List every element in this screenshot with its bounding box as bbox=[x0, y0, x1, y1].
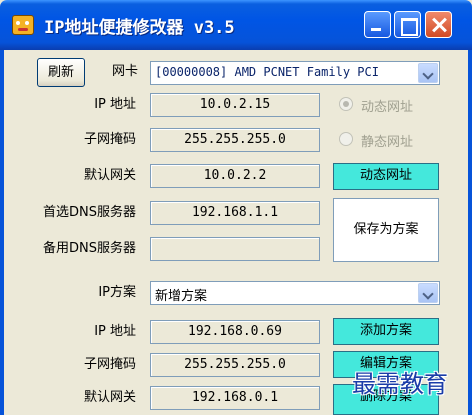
scheme-select-value: 新增方案 bbox=[155, 289, 208, 304]
gateway-label: 默认网关 bbox=[83, 168, 136, 183]
maximize-button[interactable] bbox=[394, 11, 421, 38]
scheme-gateway-label: 默认网关 bbox=[83, 390, 136, 405]
chevron-down-icon[interactable] bbox=[418, 283, 438, 303]
minimize-button[interactable] bbox=[364, 11, 391, 38]
nic-select[interactable]: [00000008] AMD PCNET Family PCI bbox=[150, 61, 440, 85]
save-scheme-button[interactable]: 保存为方案 bbox=[333, 198, 439, 262]
dns2-label: 备用DNS服务器 bbox=[43, 241, 136, 256]
scheme-select[interactable]: 新增方案 bbox=[150, 281, 440, 305]
dns1-label: 首选DNS服务器 bbox=[43, 205, 136, 220]
dynamic-radio[interactable] bbox=[339, 97, 353, 111]
dns2-field[interactable] bbox=[150, 237, 320, 261]
scheme-gateway-field[interactable]: 192.168.0.1 bbox=[150, 386, 320, 410]
nic-select-value: [00000008] AMD PCNET Family PCI bbox=[155, 65, 379, 79]
window-title: IP地址便捷修改器 v3.5 bbox=[44, 18, 235, 38]
scheme-mask-label: 子网掩码 bbox=[83, 357, 136, 372]
window-frame-right bbox=[468, 50, 472, 415]
scheme-label: IP方案 bbox=[98, 285, 136, 300]
ip-label: IP 地址 bbox=[94, 97, 136, 112]
mask-label: 子网掩码 bbox=[83, 132, 136, 147]
gateway-field[interactable]: 10.0.2.2 bbox=[150, 164, 320, 188]
static-radio[interactable] bbox=[339, 132, 353, 146]
add-scheme-button[interactable]: 添加方案 bbox=[333, 318, 439, 345]
scheme-mask-field[interactable]: 255.255.255.0 bbox=[150, 353, 320, 377]
dynamic-ip-button[interactable]: 动态网址 bbox=[333, 163, 439, 190]
scheme-ip-label: IP 地址 bbox=[94, 324, 136, 339]
mask-field[interactable]: 255.255.255.0 bbox=[150, 128, 320, 152]
refresh-button[interactable]: 刷新 bbox=[37, 58, 85, 87]
ip-field[interactable]: 10.0.2.15 bbox=[150, 93, 320, 117]
scheme-ip-field[interactable]: 192.168.0.69 bbox=[150, 320, 320, 344]
dns1-field[interactable]: 192.168.1.1 bbox=[150, 201, 320, 225]
dynamic-radio-label: 动态网址 bbox=[361, 100, 414, 115]
app-icon bbox=[12, 15, 34, 35]
watermark-text: 最需教育 bbox=[352, 370, 448, 398]
window-frame-left bbox=[0, 50, 4, 415]
static-radio-label: 静态网址 bbox=[361, 135, 414, 150]
nic-label: 网卡 bbox=[111, 64, 138, 79]
close-button[interactable] bbox=[425, 11, 452, 38]
chevron-down-icon[interactable] bbox=[418, 63, 438, 83]
